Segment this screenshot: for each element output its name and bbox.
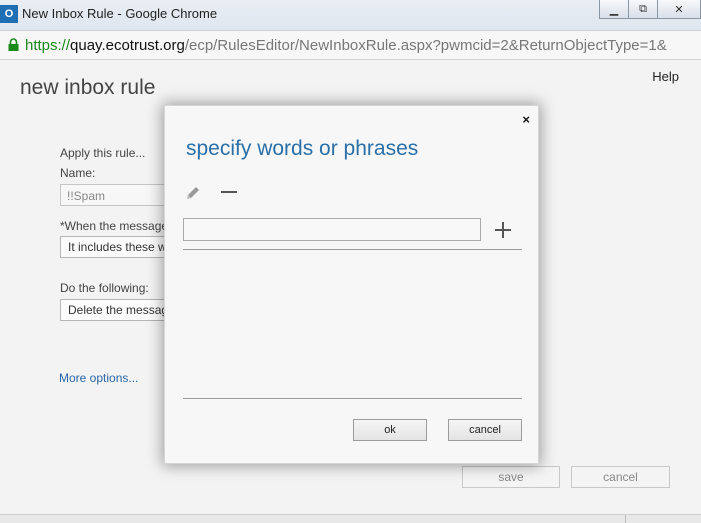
dialog-close-button[interactable]: × <box>522 112 530 127</box>
close-window-button[interactable]: ✕ <box>658 0 701 19</box>
url-scheme: https:// <box>25 37 71 54</box>
more-options-link[interactable]: More options... <box>59 371 138 385</box>
action-dropdown[interactable]: Delete the messag <box>60 299 170 321</box>
window-controls: ▁ ⧉ ✕ <box>599 0 701 20</box>
window-titlebar: O New Inbox Rule - Google Chrome ▁ ⧉ ✕ <box>0 0 701 31</box>
page-title: new inbox rule <box>20 76 156 99</box>
specify-words-dialog: × specify words or phrases ok cancel <box>164 105 539 464</box>
phrase-list[interactable] <box>183 250 522 398</box>
url-host: quay.ecotrust.org <box>70 37 185 54</box>
add-plus-icon[interactable] <box>495 222 511 238</box>
phrase-input[interactable] <box>183 218 481 241</box>
condition-dropdown[interactable]: It includes these w <box>60 236 170 258</box>
restore-button[interactable]: ⧉ <box>629 0 658 19</box>
url-text[interactable]: https://quay.ecotrust.org/ecp/RulesEdito… <box>25 37 701 54</box>
lock-icon <box>8 38 19 51</box>
dialog-cancel-button[interactable]: cancel <box>448 419 522 441</box>
horizontal-scrollbar[interactable] <box>0 514 701 523</box>
outlook-app-icon: O <box>0 5 18 23</box>
help-link[interactable]: Help <box>652 69 679 84</box>
do-following-label: Do the following: <box>60 281 149 295</box>
window-title: New Inbox Rule - Google Chrome <box>22 6 218 21</box>
ok-button[interactable]: ok <box>353 419 427 441</box>
url-path: /ecp/RulesEditor/NewInboxRule.aspx?pwmci… <box>184 37 667 54</box>
minimize-button[interactable]: ▁ <box>599 0 629 19</box>
pencil-edit-icon[interactable] <box>184 184 202 202</box>
save-button[interactable]: save <box>462 466 560 488</box>
phrase-list-bottom-divider <box>183 398 522 399</box>
when-message-label: *When the message <box>60 219 169 233</box>
rule-name-field[interactable]: !!Spam <box>60 184 170 206</box>
dialog-title: specify words or phrases <box>186 137 419 160</box>
remove-minus-icon[interactable] <box>221 191 237 193</box>
page-cancel-button[interactable]: cancel <box>571 466 670 488</box>
scrollbar-notch <box>625 515 626 523</box>
address-bar[interactable]: https://quay.ecotrust.org/ecp/RulesEdito… <box>0 31 701 60</box>
name-label: Name: <box>60 166 96 180</box>
apply-rule-label: Apply this rule... <box>60 146 146 160</box>
